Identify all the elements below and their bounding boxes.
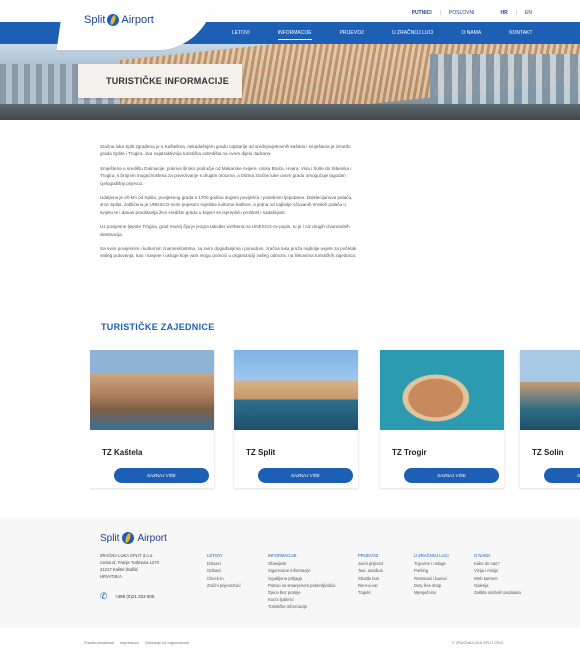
nav-item-u-zracnoj-luci[interactable]: U ZRAČNOJ LUCI — [392, 30, 433, 36]
footer-link[interactable]: Izgubljena prtljaga — [268, 575, 336, 582]
footer-link[interactable]: Rent-a-car — [358, 582, 383, 589]
community-name: TZ Trogir — [392, 448, 427, 457]
community-card-split[interactable]: TZ Split SAZNAJ VIŠE — [234, 350, 358, 488]
footer-link[interactable]: Restorani i barovi — [414, 575, 449, 582]
footer-column-prijevoz: PRIJEVOZ Javni prijevoz Taxi, autobus Sh… — [358, 552, 383, 596]
footer-column-o-nama: O NAMA Kako do nas? Vizija i misija Web … — [474, 552, 521, 596]
page-title-box: TURISTIČKE INFORMACIJE — [78, 64, 242, 98]
bottom-bar: Pravila privatnosti Impressum Odricanje … — [0, 634, 580, 652]
page-title: TURISTIČKE INFORMACIJE — [106, 76, 229, 86]
community-card-kastela[interactable]: TZ Kaštela SAZNAJ VIŠE — [90, 350, 214, 488]
footer-column-heading[interactable]: U ZRAČNOJ LUCI — [414, 552, 449, 559]
footer-link[interactable]: Duty free shop — [414, 582, 449, 589]
footer-link[interactable]: Zaštita osobnih podataka — [474, 589, 521, 596]
footer-address: ZRAČNA LUKA SPLIT d.o.o. Cesta dr. Franj… — [100, 552, 159, 580]
footer-link[interactable]: Putnici sa smanjenom pokretljivošću — [268, 582, 336, 589]
footer-column-letovi: LETOVI Dolasci Odlasci Check-in Zračni p… — [207, 552, 241, 589]
intro-paragraph: Uz povijesne ljepote Trogira, grad muzej… — [100, 224, 350, 237]
footer-link[interactable]: Shuttle bus — [358, 575, 383, 582]
footer-phone[interactable]: ✆ +385 (0)21 203 506 — [100, 592, 154, 601]
community-image-split — [234, 350, 358, 430]
impressum-link[interactable]: Impressum — [120, 641, 139, 645]
globe-icon — [107, 14, 120, 26]
footer-column-informacije: INFORMACIJE Obavijesti Sigurnosne inform… — [268, 552, 336, 611]
footer-link[interactable]: Djeca bez pratnje — [268, 589, 336, 596]
intro-text: Zračna luka Split zgrađena je u Kaštelim… — [100, 143, 360, 267]
privacy-link[interactable]: Pravila privatnosti — [84, 641, 114, 645]
address-line: 21217 Kaštel Štafilić — [100, 567, 138, 572]
footer-link[interactable]: Kućni ljubimci — [268, 596, 336, 603]
learn-more-button[interactable]: SAZNAJ VIŠE — [258, 468, 353, 483]
footer-link[interactable]: Taxi, autobus — [358, 567, 383, 574]
intro-paragraph: Udaljena je 20 km od Splita, povijesnog … — [100, 195, 353, 215]
footer-link[interactable]: Obavijesti — [268, 560, 336, 567]
legal-links: Pravila privatnosti Impressum Odricanje … — [84, 641, 189, 645]
community-image-solin — [520, 350, 580, 430]
footer-logo[interactable]: Split Airport — [100, 532, 167, 544]
community-card-solin[interactable]: TZ Solin SAZNAJ VIŠE — [520, 350, 580, 488]
nav-item-kontakt[interactable]: KONTAKT — [509, 30, 532, 36]
learn-more-button[interactable]: SAZNAJ VIŠE — [114, 468, 209, 483]
community-image-trogir — [380, 350, 504, 430]
intro-paragraph: Sa svim povijesnim i kulturnim znamenito… — [100, 246, 357, 259]
copyright: © ZRAČNA LUKA SPLIT 2019 — [452, 641, 504, 645]
footer-link[interactable]: Check-in — [207, 575, 241, 582]
learn-more-button[interactable]: SAZNAJ VIŠE — [404, 468, 499, 483]
footer-link[interactable]: Sigurnosne informacije — [268, 567, 336, 574]
lang-hr-link[interactable]: HR — [501, 10, 508, 16]
logo-word-split: Split — [100, 532, 120, 544]
footer-link[interactable]: Mjenjačnice — [414, 589, 449, 596]
community-image-kastela — [90, 350, 214, 430]
communities-title: TURISTIČKE ZAJEDNICE — [101, 322, 215, 332]
footer-link[interactable]: Vizija i misija — [474, 567, 521, 574]
learn-more-button[interactable]: SAZNAJ VIŠE — [544, 468, 580, 483]
utility-bar: PUTNICI | POSLOVNI HR | EN — [412, 10, 532, 16]
footer-link[interactable]: Web kamere — [474, 575, 521, 582]
footer-link[interactable]: Trgovine i usluge — [414, 560, 449, 567]
logo-word-airport: Airport — [137, 532, 167, 544]
footer-link[interactable]: Parking — [414, 567, 449, 574]
passengers-link[interactable]: PUTNICI — [412, 10, 432, 16]
footer-link[interactable]: Turističke informacije — [268, 603, 336, 610]
footer-link[interactable]: Dolasci — [207, 560, 241, 567]
footer-link[interactable]: Javni prijevoz — [358, 560, 383, 567]
community-card-trogir[interactable]: TZ Trogir SAZNAJ VIŠE — [380, 350, 504, 488]
phone-icon: ✆ — [100, 591, 108, 601]
footer-column-heading[interactable]: LETOVI — [207, 552, 241, 559]
intro-paragraph: Zračna luka Split zgrađena je u Kaštelim… — [100, 144, 351, 157]
footer-column-heading[interactable]: INFORMACIJE — [268, 552, 336, 559]
footer-link[interactable]: Kako do nas? — [474, 560, 521, 567]
intro-paragraph: Smještena u središtu Dalmacije, pokriva … — [100, 165, 352, 186]
nav-item-informacije[interactable]: INFORMACIJE — [277, 30, 312, 40]
address-line: Cesta dr. Franje Tuđmana 1270 — [100, 560, 159, 565]
footer-link[interactable]: Galerija — [474, 582, 521, 589]
globe-icon — [122, 532, 135, 544]
nav-item-o-nama[interactable]: O NAMA — [461, 30, 481, 36]
footer-column-heading[interactable]: O NAMA — [474, 552, 521, 559]
site-logo[interactable]: Split Airport — [84, 14, 154, 26]
lang-separator: | — [515, 10, 518, 16]
logo-word-airport: Airport — [121, 14, 154, 26]
site-footer: Split Airport ZRAČNA LUKA SPLIT d.o.o. C… — [0, 518, 580, 628]
community-name: TZ Kaštela — [102, 448, 143, 457]
logo-word-split: Split — [84, 14, 106, 26]
communities-list: TZ Kaštela SAZNAJ VIŠE TZ Split SAZNAJ V… — [90, 350, 580, 490]
footer-column-u-zracnoj-luci: U ZRAČNOJ LUCI Trgovine i usluge Parking… — [414, 552, 449, 596]
phone-number: +385 (0)21 203 506 — [115, 594, 155, 599]
hero-floor — [0, 104, 580, 120]
nav-item-prijevoz[interactable]: PRIJEVOZ — [340, 30, 364, 36]
nav-item-letovi[interactable]: LETOVI — [232, 30, 250, 36]
community-name: TZ Split — [246, 448, 276, 457]
footer-link[interactable]: Trajekt — [358, 589, 383, 596]
footer-link[interactable]: Odlasci — [207, 567, 241, 574]
address-line: ZRAČNA LUKA SPLIT d.o.o. — [100, 553, 154, 558]
community-name: TZ Solin — [532, 448, 564, 457]
business-link[interactable]: POSLOVNI — [449, 10, 475, 16]
footer-link[interactable]: Zračni prijevoznici — [207, 582, 241, 589]
utility-separator: | — [439, 10, 441, 16]
address-line: HRVATSKA — [100, 574, 122, 579]
footer-column-heading[interactable]: PRIJEVOZ — [358, 552, 383, 559]
lang-en-link[interactable]: EN — [525, 10, 532, 16]
disclaimer-link[interactable]: Odricanje od odgovornosti — [145, 641, 189, 645]
